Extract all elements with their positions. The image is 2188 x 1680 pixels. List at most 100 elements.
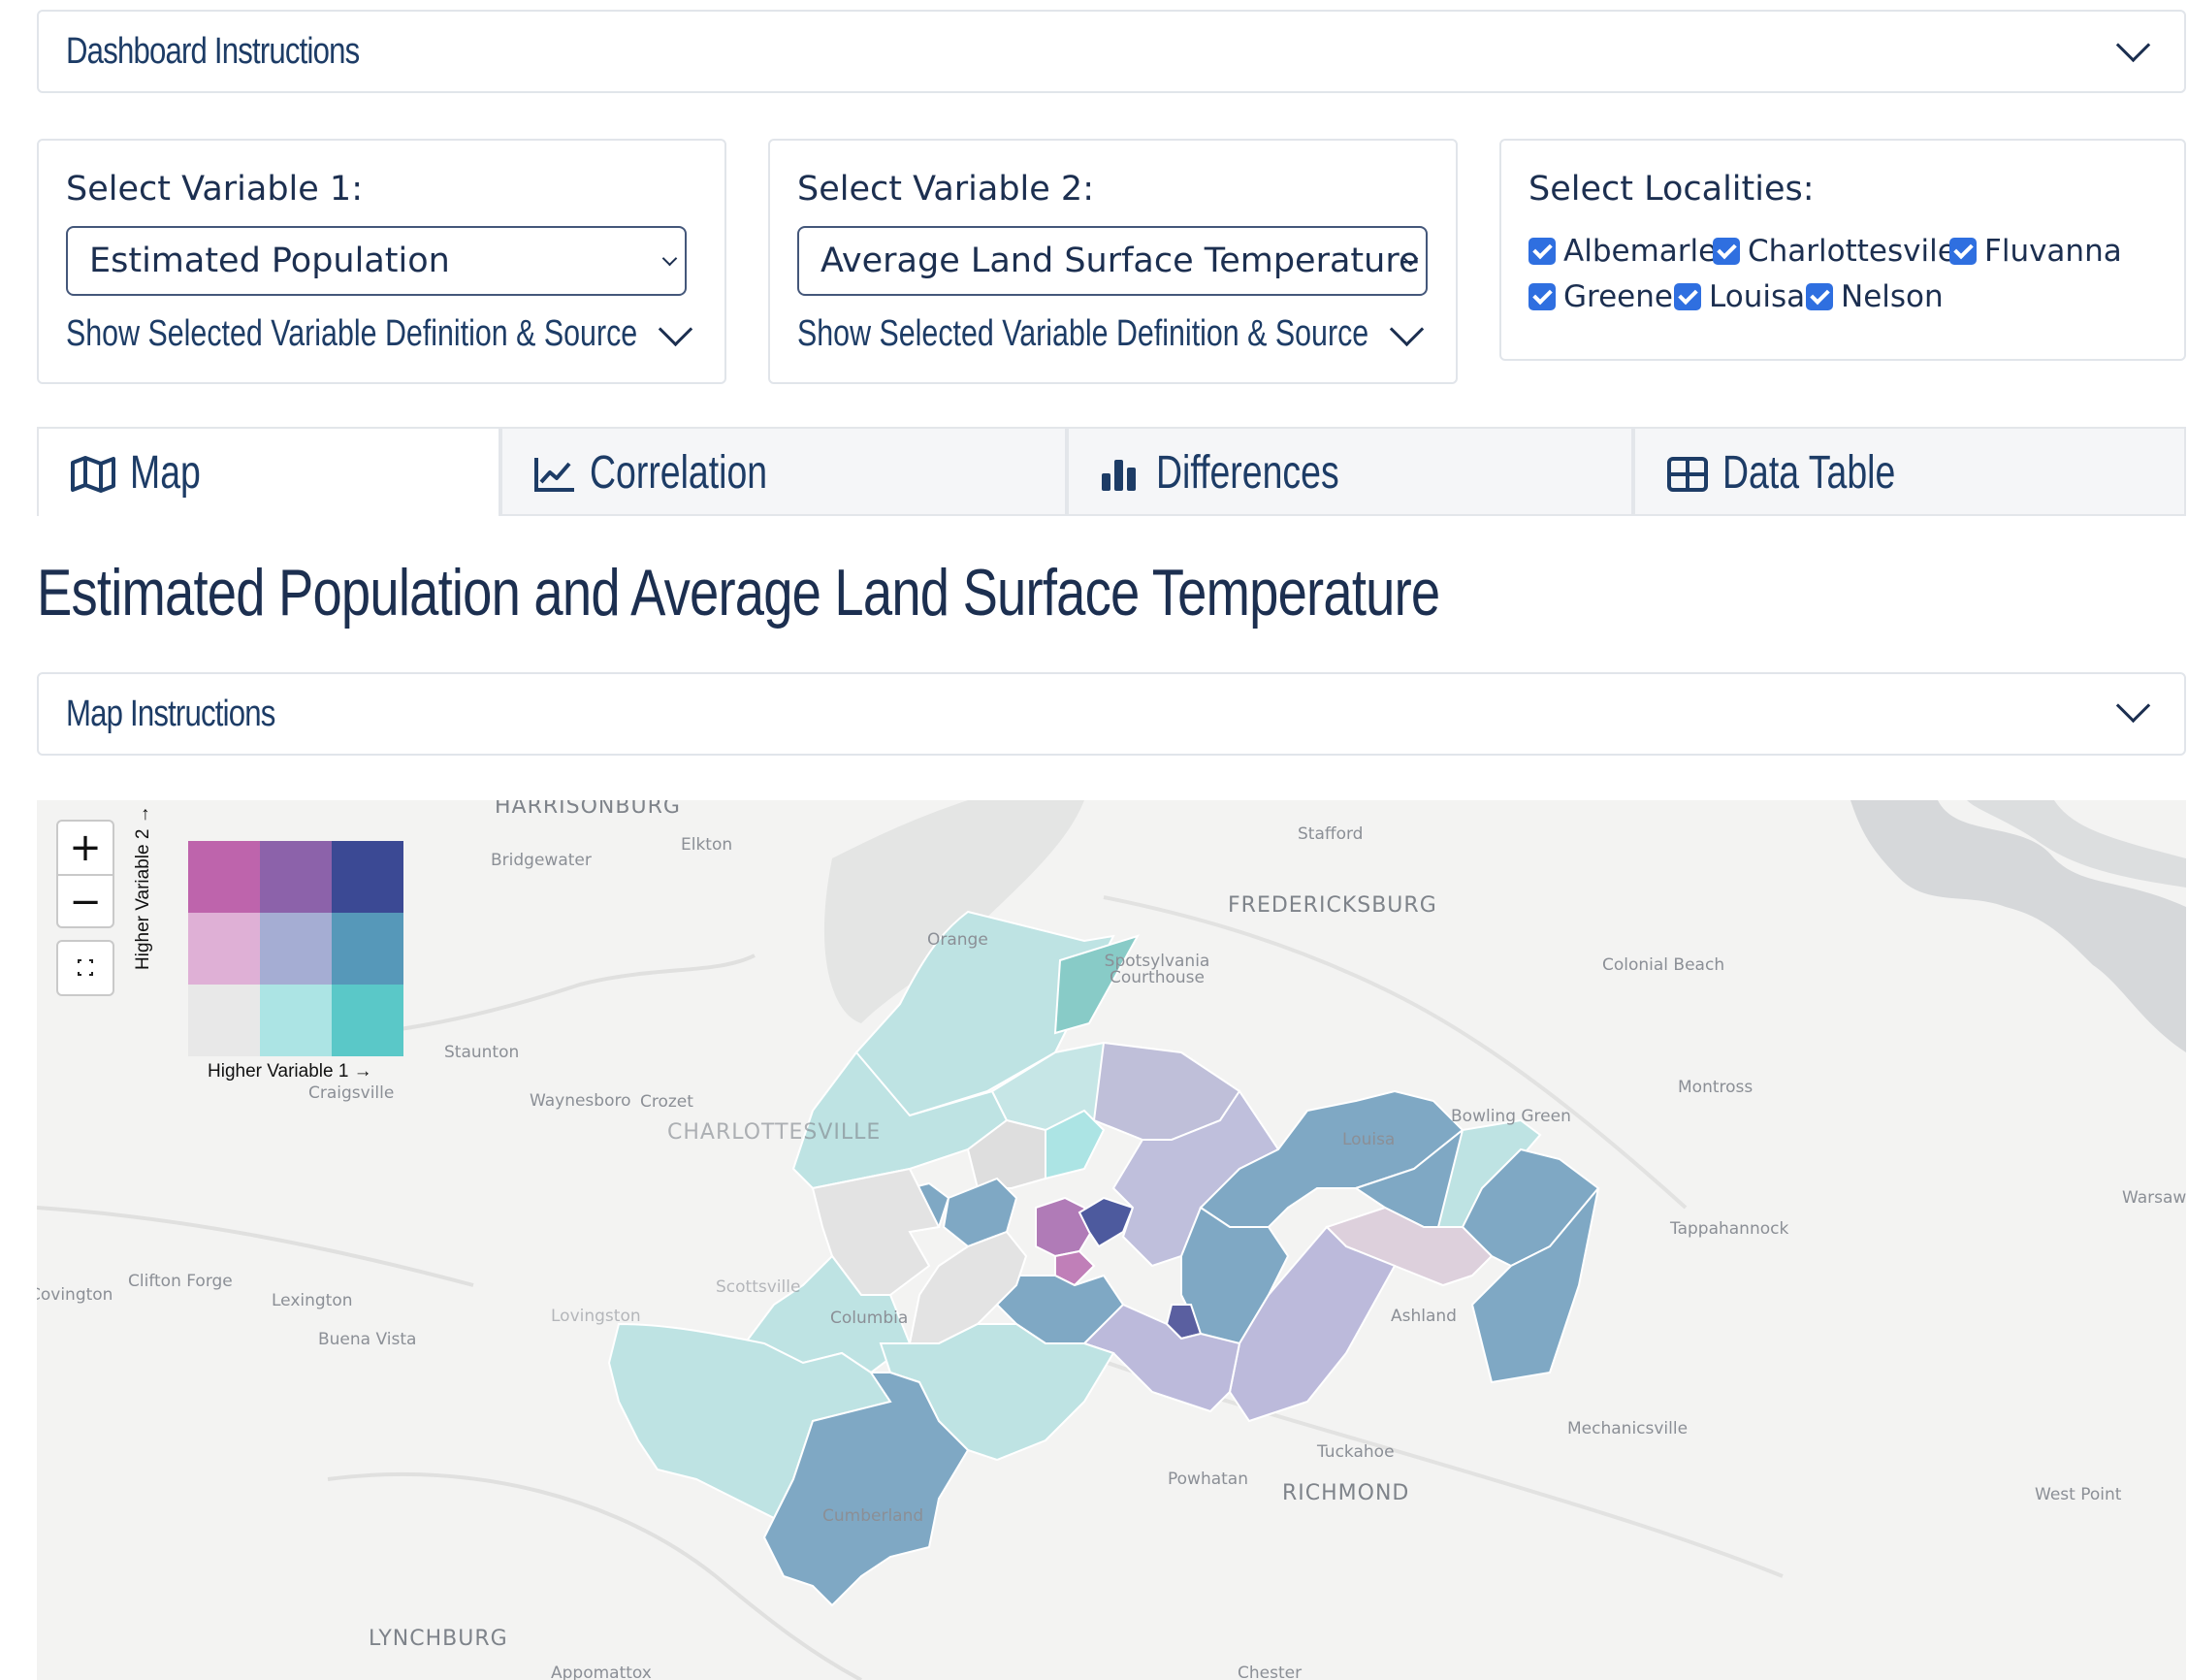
place-label-chester: Chester: [1238, 1664, 1303, 1680]
tab-data-table[interactable]: Data Table: [1633, 427, 2186, 516]
variable2-label: Select Variable 2:: [797, 170, 1094, 209]
legend-cell: [260, 841, 332, 913]
legend-cell: [260, 985, 332, 1056]
variable2-definition-toggle[interactable]: Show Selected Variable Definition & Sour…: [797, 313, 1368, 355]
fullscreen-icon: [78, 959, 93, 976]
select-caret-icon: [661, 250, 678, 267]
place-label-stafford: Stafford: [1298, 824, 1364, 844]
map-instructions-accordion[interactable]: Map Instructions: [37, 672, 2186, 756]
place-label-crozet: Crozet: [640, 1092, 693, 1112]
zoom-control: + −: [56, 820, 114, 928]
view-tabs: Map Correlation Differences Data Table: [37, 427, 2186, 516]
choropleth-map[interactable]: HARRISONBURG Bridgewater Elkton Stafford…: [37, 800, 2186, 1680]
place-label-richmond: RICHMOND: [1282, 1481, 1410, 1505]
locality-checkbox-nelson[interactable]: Nelson: [1806, 279, 1944, 314]
bar-chart-icon: [1102, 460, 1136, 491]
place-label-scottsville: Scottsville: [716, 1277, 801, 1297]
locality-checkbox-albemarle[interactable]: Albemarle: [1528, 234, 1717, 269]
place-label-tuckahoe: Tuckahoe: [1317, 1442, 1395, 1462]
checkbox-checked-icon[interactable]: [1528, 283, 1556, 310]
variable2-selected-value: Average Land Surface Temperature: [820, 242, 1420, 280]
tab-differences[interactable]: Differences: [1067, 427, 1633, 516]
zoom-out-button[interactable]: −: [58, 876, 113, 928]
dashboard-instructions-label: Dashboard Instructions: [66, 31, 360, 72]
map-icon: [71, 456, 115, 493]
place-label-cumberland: Cumberland: [822, 1506, 924, 1526]
place-label-clifton-forge: Clifton Forge: [128, 1272, 233, 1291]
variable1-selected-value: Estimated Population: [89, 242, 450, 280]
legend-grid: [188, 841, 411, 1058]
localities-card: Select Localities: Albemarle Charlottesv…: [1499, 139, 2186, 361]
checkbox-checked-icon[interactable]: [1674, 283, 1701, 310]
checkbox-checked-icon[interactable]: [1806, 283, 1833, 310]
place-label-harrisonburg: HARRISONBURG: [495, 800, 681, 819]
tab-map[interactable]: Map: [37, 427, 500, 516]
variable1-label: Select Variable 1:: [66, 170, 363, 209]
place-label-columbia: Columbia: [830, 1308, 909, 1328]
checkbox-checked-icon[interactable]: [1949, 238, 1977, 265]
locality-checkbox-charlottesville[interactable]: Charlottesvile: [1713, 234, 1956, 269]
place-label-warsaw: Warsaw: [2122, 1188, 2186, 1208]
place-label-lexington: Lexington: [272, 1291, 353, 1310]
place-label-waynesboro: Waynesboro: [530, 1091, 631, 1111]
tab-map-label: Map: [130, 447, 201, 499]
tab-differences-label: Differences: [1156, 447, 1339, 499]
legend-cell: [332, 841, 403, 913]
variable1-definition-toggle[interactable]: Show Selected Variable Definition & Sour…: [66, 313, 637, 355]
place-label-powhatan: Powhatan: [1168, 1470, 1248, 1489]
place-label-appomattox: Appomattox: [551, 1664, 652, 1680]
place-label-louisa: Louisa: [1342, 1130, 1396, 1149]
legend-cell: [188, 985, 260, 1056]
place-label-lovingston: Lovingston: [551, 1307, 641, 1326]
place-label-mechanicsville: Mechanicsville: [1567, 1419, 1689, 1438]
locality-checkbox-greene[interactable]: Greene: [1528, 279, 1673, 314]
tab-correlation[interactable]: Correlation: [500, 427, 1067, 516]
dashboard-instructions-accordion[interactable]: Dashboard Instructions: [37, 10, 2186, 93]
localities-label: Select Localities:: [1528, 170, 1815, 209]
fullscreen-button[interactable]: [56, 940, 114, 996]
locality-checkbox-louisa[interactable]: Louisa: [1674, 279, 1805, 314]
chevron-down-icon[interactable]: [2115, 688, 2151, 724]
table-icon: [1667, 457, 1708, 492]
legend-cell: [260, 913, 332, 985]
legend-cell: [188, 913, 260, 985]
chevron-down-icon[interactable]: [1389, 311, 1425, 347]
legend-y-label: Higher Variable 2 →: [133, 805, 153, 970]
place-label-craigsville: Craigsville: [308, 1083, 395, 1103]
place-label-fredericksburg: FREDERICKSBURG: [1228, 893, 1437, 918]
variable1-card: Select Variable 1: Estimated Population …: [37, 139, 726, 384]
legend-x-label: Higher Variable 1 →: [208, 1061, 372, 1082]
place-label-tappahannock: Tappahannock: [1670, 1219, 1789, 1239]
zoom-in-button[interactable]: +: [58, 822, 113, 874]
place-label-buena-vista: Buena Vista: [318, 1330, 417, 1349]
place-label-bowling-green: Bowling Green: [1451, 1107, 1571, 1126]
legend-cell: [332, 985, 403, 1056]
place-label-charlottesville: CHARLOTTESVILLE: [667, 1120, 882, 1145]
bivariate-legend: Higher Variable 2 → Higher Variable 1 →: [120, 805, 403, 1082]
place-label-orange: Orange: [927, 930, 988, 950]
place-label-elkton: Elkton: [681, 835, 733, 855]
place-label-staunton: Staunton: [444, 1043, 520, 1062]
chevron-down-icon[interactable]: [2115, 27, 2151, 63]
place-label-west-point: West Point: [2035, 1485, 2122, 1504]
place-label-spotsylvania: Spotsylvania Courthouse: [1104, 952, 1210, 987]
variable1-select[interactable]: Estimated Population: [66, 226, 687, 296]
checkbox-checked-icon[interactable]: [1528, 238, 1556, 265]
locality-checkbox-fluvanna[interactable]: Fluvanna: [1949, 234, 2122, 269]
tract-regions: [607, 910, 1600, 1607]
line-chart-icon: [534, 458, 574, 492]
tab-data-table-label: Data Table: [1722, 447, 1896, 499]
variable2-card: Select Variable 2: Average Land Surface …: [768, 139, 1458, 384]
legend-cell: [188, 841, 260, 913]
place-label-bridgewater: Bridgewater: [491, 851, 592, 870]
legend-cell: [332, 913, 403, 985]
checkbox-checked-icon[interactable]: [1713, 238, 1740, 265]
chevron-down-icon[interactable]: [658, 311, 693, 347]
place-label-lynchburg: LYNCHBURG: [369, 1627, 508, 1651]
page-title: Estimated Population and Average Land Su…: [37, 556, 1440, 630]
place-label-covington: Covington: [37, 1285, 113, 1305]
map-instructions-label: Map Instructions: [66, 694, 275, 734]
place-label-colonial-beach: Colonial Beach: [1602, 955, 1725, 975]
tab-correlation-label: Correlation: [590, 447, 768, 499]
variable2-select[interactable]: Average Land Surface Temperature: [797, 226, 1428, 296]
